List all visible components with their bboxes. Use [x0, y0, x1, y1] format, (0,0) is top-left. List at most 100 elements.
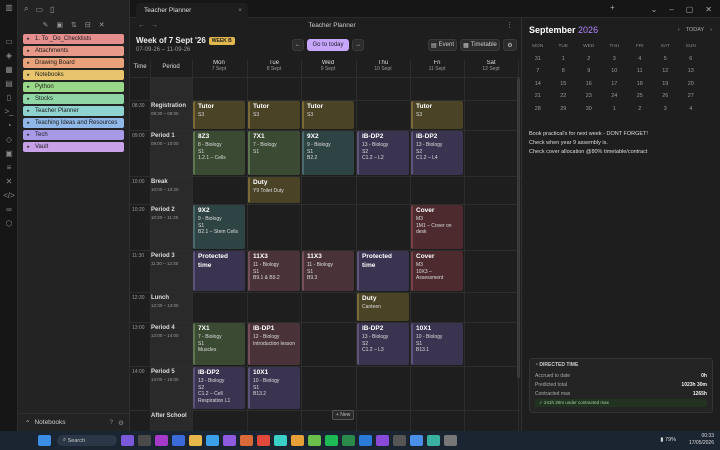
sidebar-item-folder[interactable]: ▸ Notebooks [23, 70, 124, 80]
folder-icon[interactable]: ▭ [0, 34, 18, 48]
scrollbar[interactable] [517, 78, 520, 378]
app-icon[interactable] [121, 435, 134, 446]
sidebar-item-folder[interactable]: ▸ Python [23, 82, 124, 92]
calendar-day[interactable]: 15 [551, 81, 577, 87]
calendar-day[interactable]: 6 [678, 56, 704, 62]
new-event-button[interactable]: + New [332, 410, 355, 420]
back-icon[interactable]: ← [138, 22, 145, 29]
sidebar-toggle-icon[interactable]: ▥ [0, 0, 18, 14]
app-icon[interactable] [359, 435, 372, 446]
calendar-day[interactable]: 17 [602, 81, 628, 87]
app-icon[interactable] [291, 435, 304, 446]
event-card[interactable]: Tutor S3 [411, 101, 463, 129]
event-card[interactable]: 11X3 11 - Biology S1 B9.1 & B9.2 [248, 251, 300, 291]
plugin-icon[interactable]: ⬡ [0, 216, 18, 230]
app-icon[interactable] [155, 435, 168, 446]
app-icon[interactable] [206, 435, 219, 446]
app-icon[interactable] [393, 435, 406, 446]
calendar-day[interactable]: 28 [525, 106, 551, 112]
terminal-icon[interactable]: >_ [0, 104, 18, 118]
app-icon[interactable] [240, 435, 253, 446]
event-card[interactable]: 10X1 10 - Biology S1 B13.1 [411, 323, 463, 365]
calendar-day[interactable]: 14 [525, 81, 551, 87]
event-card[interactable]: Duty Canteen [357, 293, 409, 321]
event-card[interactable]: IB-DP2 13 - Biology S2 C1.2 – L2 [357, 131, 409, 175]
battery-indicator[interactable]: ▮ 79% [660, 437, 676, 443]
event-card[interactable]: IB-DP1 12 - Biology Introduction lesson [248, 323, 300, 365]
calendar-day[interactable]: 20 [678, 81, 704, 87]
settings-button[interactable]: ⚙ [503, 39, 517, 51]
app-icon[interactable] [172, 435, 185, 446]
sidebar-item-folder[interactable]: ▸ Stocks [23, 94, 124, 104]
code-icon[interactable]: </> [0, 188, 18, 202]
app-icon[interactable] [376, 435, 389, 446]
event-button[interactable]: ▤ Event [428, 39, 457, 51]
prev-week-button[interactable]: ← [292, 39, 304, 51]
calendar-day[interactable]: 3 [602, 56, 628, 62]
calendar-day[interactable]: 3 [653, 106, 679, 112]
event-card[interactable]: 9X2 9 - Biology S1 B2.1 – Stem Cells [193, 205, 245, 249]
calendar-day[interactable]: 1 [551, 56, 577, 62]
calendar-day[interactable]: 12 [653, 68, 679, 74]
event-card[interactable]: Protected time [193, 251, 245, 291]
calendar-day[interactable]: 8 [551, 68, 577, 74]
collapse-icon[interactable]: ⊟ [85, 21, 91, 29]
event-card[interactable]: Protected time [357, 251, 409, 291]
calendar-day[interactable]: 1 [602, 106, 628, 112]
calendar-day[interactable]: 4 [678, 106, 704, 112]
clock-icon[interactable]: ◔ [0, 118, 18, 132]
minimize-icon[interactable]: – [669, 5, 673, 14]
sidebar-item-folder[interactable]: ▸ Drawing Board [23, 58, 124, 68]
app-icon[interactable] [444, 435, 457, 446]
calendar-day[interactable]: 13 [678, 68, 704, 74]
maximize-icon[interactable]: ▢ [686, 5, 694, 14]
go-to-today-button[interactable]: Go to today [307, 39, 349, 51]
event-card[interactable]: Tutor S3 [248, 101, 300, 129]
sidebar-item-folder[interactable]: ▸ Attachments [23, 46, 124, 56]
graph-icon[interactable]: ◈ [0, 48, 18, 62]
calendar-day[interactable]: 16 [576, 81, 602, 87]
event-card[interactable]: 7X1 7 - Biology S1 [248, 131, 300, 175]
gear-icon[interactable]: ⚙ [118, 419, 124, 427]
app-icon[interactable] [427, 435, 440, 446]
close-window-icon[interactable]: ✕ [705, 5, 712, 14]
calendar-day[interactable]: 5 [653, 56, 679, 62]
today-button[interactable]: TODAY [686, 27, 704, 33]
calendar-day[interactable]: 31 [525, 56, 551, 62]
calendar-day[interactable]: 25 [627, 93, 653, 99]
app-icon[interactable] [223, 435, 236, 446]
canvas-icon[interactable]: ▦ [0, 62, 18, 76]
event-card[interactable]: Cover M3 1M1 – Cover on desk [411, 205, 463, 249]
next-week-button[interactable]: → [352, 39, 364, 51]
sidebar-item-folder[interactable]: ▸ Teacher Planner [23, 106, 124, 116]
calendar-day[interactable]: 27 [678, 93, 704, 99]
app-icon[interactable] [325, 435, 338, 446]
calendar-day[interactable]: 2 [576, 56, 602, 62]
event-card[interactable]: Duty Y9 Toilet Duty [248, 177, 300, 203]
calendar-day[interactable]: 26 [653, 93, 679, 99]
app-icon[interactable] [189, 435, 202, 446]
vault-switcher[interactable]: ⌃ Notebooks ? ⚙ [18, 413, 130, 431]
close-icon[interactable]: ✕ [99, 21, 105, 29]
calendar-day[interactable]: 2 [627, 106, 653, 112]
sidebar-item-folder[interactable]: ▸ Teaching Ideas and Resources [23, 118, 124, 128]
calendar-day[interactable]: 24 [602, 93, 628, 99]
event-card[interactable]: 8Z3 8 - Biology S1 1.2.1 – Cells [193, 131, 245, 175]
sidebar-item-folder[interactable]: ▸ Tech [23, 130, 124, 140]
search-icon[interactable]: ⌕ [24, 4, 28, 14]
new-note-icon[interactable]: ✎ [42, 21, 48, 29]
taskbar-search[interactable]: ⌕ Search [57, 435, 117, 446]
event-card[interactable]: 9X2 9 - Biology S1 B2.2 [302, 131, 354, 175]
app-icon[interactable] [274, 435, 287, 446]
sidebar-item-folder[interactable]: ▸ Vault [23, 142, 124, 152]
forward-icon[interactable]: → [151, 22, 158, 29]
event-card[interactable]: Cover M3 10X3 – Assessment [411, 251, 463, 291]
calendar-day[interactable]: 30 [576, 106, 602, 112]
event-card[interactable]: 7X1 7 - Biology S1 Muscles [193, 323, 245, 365]
tab-close-icon[interactable]: × [238, 7, 242, 14]
help-icon[interactable]: ? [110, 419, 114, 427]
link-icon[interactable]: ∞ [0, 202, 18, 216]
more-options-icon[interactable]: ⋮ [506, 21, 513, 29]
calendar-day[interactable]: 21 [525, 93, 551, 99]
event-card[interactable]: Tutor S3 [193, 101, 245, 129]
